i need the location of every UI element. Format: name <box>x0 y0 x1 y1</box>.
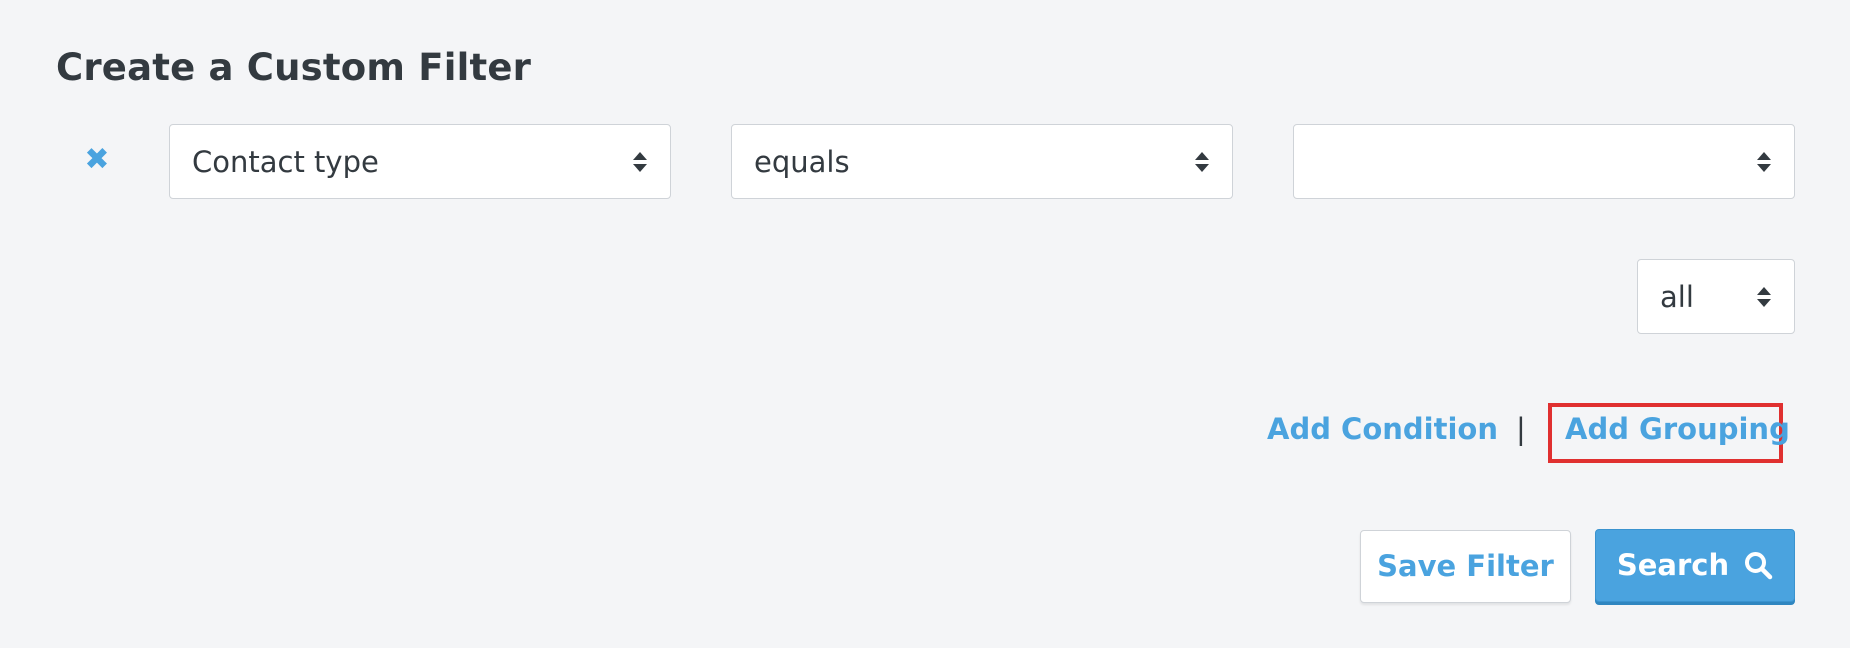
condition-value-select[interactable] <box>1293 124 1795 199</box>
group-match-value: all <box>1660 280 1694 314</box>
condition-operator-value: equals <box>754 145 850 179</box>
action-divider: | <box>1516 412 1526 446</box>
save-filter-button[interactable]: Save Filter <box>1360 530 1571 603</box>
page-title: Create a Custom Filter <box>56 46 532 89</box>
search-button-label: Search <box>1616 548 1730 582</box>
condition-operator-select[interactable]: equals <box>731 124 1233 199</box>
select-arrows-icon <box>633 152 647 172</box>
remove-condition-icon[interactable]: ✖ <box>82 145 112 175</box>
search-icon <box>1745 552 1773 580</box>
condition-field-select[interactable]: Contact type <box>169 124 671 199</box>
add-grouping-link[interactable]: Add Grouping <box>1565 412 1790 446</box>
add-condition-link[interactable]: Add Condition <box>1267 412 1498 446</box>
select-arrows-icon <box>1195 152 1209 172</box>
select-arrows-icon <box>1757 287 1771 307</box>
search-button[interactable]: Search <box>1595 529 1795 602</box>
select-arrows-icon <box>1757 152 1771 172</box>
condition-field-value: Contact type <box>192 145 379 179</box>
group-match-select[interactable]: all <box>1637 259 1795 334</box>
